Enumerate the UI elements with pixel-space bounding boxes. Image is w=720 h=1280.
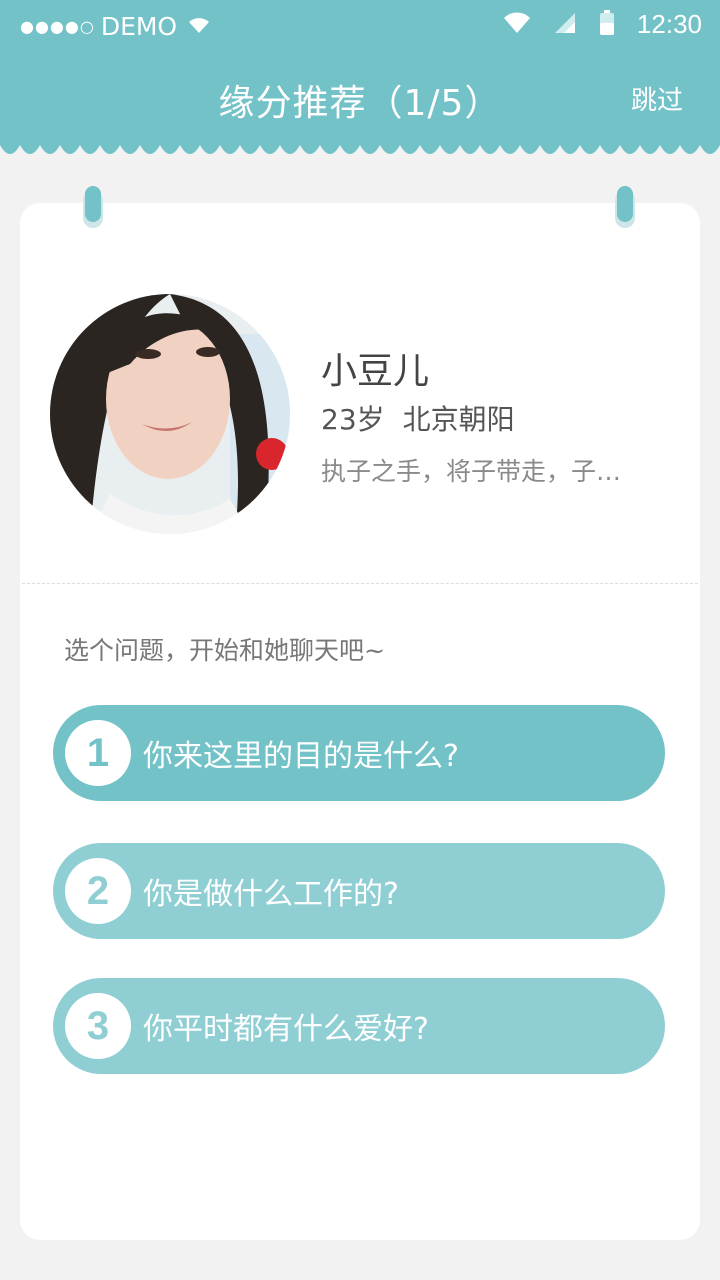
page-title: 缘分推荐（1/5） (218, 83, 502, 124)
cell-signal-icon (553, 11, 577, 39)
profile-motto: 执子之手，将子带走，子… (321, 457, 622, 486)
avatar[interactable] (50, 294, 290, 534)
question-number-badge: 1 (65, 720, 131, 786)
card-pin-left (83, 186, 103, 228)
chat-prompt: 选个问题，开始和她聊天吧~ (64, 636, 385, 665)
question-button-2[interactable]: 2 你是做什么工作的? (53, 843, 665, 939)
profile-location: 北京朝阳 (402, 403, 515, 436)
clock: 12:30 (636, 9, 702, 39)
profile-meta: 23岁 北京朝阳 (321, 398, 515, 438)
carrier-indicator: ●●●●○ DEMO (20, 12, 211, 41)
wifi-icon (503, 11, 531, 38)
question-number-badge: 3 (65, 993, 131, 1059)
divider (22, 583, 698, 584)
avatar-photo (50, 294, 290, 534)
wifi-icon (187, 12, 211, 41)
battery-icon (599, 9, 615, 40)
question-text: 你平时都有什么爱好? (143, 1012, 429, 1047)
scalloped-edge (0, 145, 720, 154)
question-number-badge: 2 (65, 858, 131, 924)
question-button-1[interactable]: 1 你来这里的目的是什么? (53, 705, 665, 801)
question-button-3[interactable]: 3 你平时都有什么爱好? (53, 978, 665, 1074)
card-pin-right (615, 186, 635, 228)
question-text: 你来这里的目的是什么? (143, 739, 459, 774)
carrier-name: DEMO (100, 12, 178, 41)
skip-button[interactable]: 跳过 (631, 80, 683, 117)
signal-dots: ●●●●○ (20, 17, 95, 36)
question-text: 你是做什么工作的? (143, 877, 399, 912)
status-bar: ●●●●○ DEMO 12:30 (0, 0, 720, 50)
profile-name: 小豆儿 (321, 351, 430, 392)
status-icons: 12:30 (503, 9, 702, 40)
profile-age: 23岁 (321, 403, 385, 436)
